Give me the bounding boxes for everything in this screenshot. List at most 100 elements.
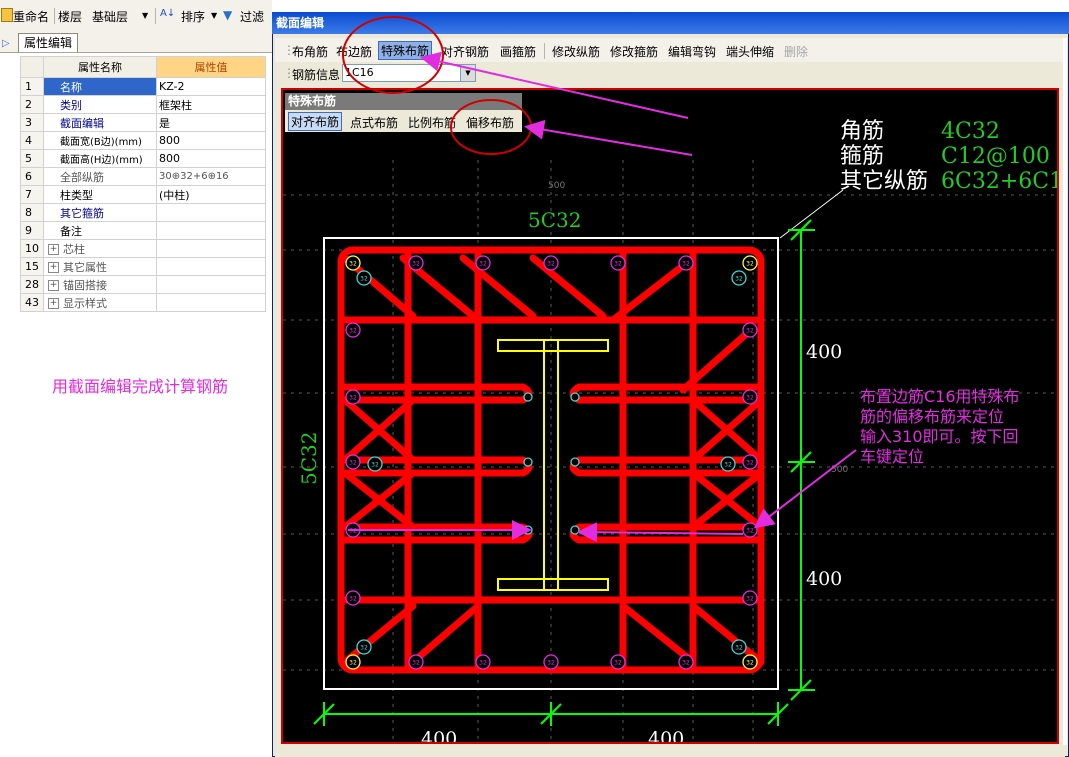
divider [544, 43, 545, 59]
panel-pin-icon[interactable]: ▷ [2, 38, 10, 49]
modify-stirrup-button[interactable]: 修改箍筋 [610, 43, 658, 60]
steel-i-section[interactable] [497, 339, 609, 591]
row-name[interactable]: 其它属性 [63, 261, 107, 274]
filter-button[interactable]: 过滤 [240, 8, 264, 25]
sort-dropdown-icon[interactable]: ▼ [211, 11, 217, 20]
row-num: 28 [20, 275, 44, 294]
row-value[interactable]: 是 [156, 113, 266, 132]
info-value-corner: 4C32 [941, 119, 1000, 144]
row-value[interactable] [156, 239, 266, 258]
row-name[interactable]: 截面宽(B边)(mm) [43, 131, 157, 150]
offset-layout-button[interactable]: 偏移布筋 [466, 114, 514, 131]
rebar-info-input[interactable]: 1C16 ▼ [342, 64, 476, 82]
sort-icon[interactable]: A↓ [160, 8, 175, 19]
row-value[interactable] [156, 293, 266, 312]
row-value[interactable]: 800 [156, 149, 266, 168]
align-layout-button[interactable]: 对齐布筋 [288, 112, 343, 131]
rebar-dropdown-icon[interactable]: ▼ [460, 65, 475, 81]
info-label-other: 其它纵筋 [840, 169, 928, 194]
delete-button[interactable]: 删除 [784, 43, 808, 60]
top-bar-label: 5C32 [528, 208, 581, 232]
row-num: 3 [20, 113, 44, 132]
ratio-layout-button[interactable]: 比例布筋 [408, 114, 456, 131]
expand-icon[interactable]: + [48, 244, 59, 255]
sort-button[interactable]: 排序 [181, 8, 205, 25]
row-name[interactable]: 锚固搭接 [63, 279, 107, 292]
row-name[interactable]: 截面编辑 [43, 113, 157, 132]
row-num: 15 [20, 257, 44, 276]
row-value[interactable] [156, 221, 266, 240]
point-layout-button[interactable]: 点式布筋 [350, 114, 398, 131]
row-name[interactable]: 其它箍筋 [43, 203, 157, 222]
floor-dropdown-icon[interactable]: ▼ [142, 11, 148, 20]
modify-longitudinal-button[interactable]: 修改纵筋 [552, 43, 600, 60]
table-row[interactable]: 9 备注 [20, 221, 266, 240]
rebar-info-value[interactable]: 1C16 [345, 66, 374, 79]
row-name[interactable]: 类别 [43, 95, 157, 114]
floor-select[interactable]: 基础层 [92, 8, 128, 25]
rebar-label: 32 [349, 596, 357, 603]
expand-icon[interactable]: + [48, 298, 59, 309]
table-row[interactable]: 15 + 其它属性 [20, 257, 266, 276]
rebar[interactable] [523, 392, 533, 402]
rename-button[interactable]: 重命名 [13, 8, 49, 25]
row-value[interactable]: 800 [156, 131, 266, 150]
place-edge-bar-button[interactable]: 布边筋 [336, 43, 372, 60]
expand-icon[interactable]: + [48, 262, 59, 273]
draw-stirrup-button[interactable]: 画箍筋 [500, 43, 536, 60]
filter-icon[interactable]: ▼ [223, 8, 232, 22]
rebar-label: 32 [724, 462, 732, 469]
header-num [20, 56, 44, 78]
row-name[interactable]: 备注 [43, 221, 157, 240]
row-num: 5 [20, 149, 44, 168]
rebar[interactable] [570, 525, 580, 535]
row-num: 10 [20, 239, 44, 258]
annotation-note: 布置边筋C16用特殊布 筋的偏移布筋来定位 输入310即可。按下回 车键定位 [860, 387, 1020, 466]
rebar[interactable] [523, 457, 533, 467]
align-bar-button[interactable]: 对齐钢筋 [441, 43, 489, 60]
row-value[interactable]: 框架柱 [156, 95, 266, 114]
table-row[interactable]: 8 其它箍筋 [20, 203, 266, 222]
edit-hook-button[interactable]: 编辑弯钩 [668, 43, 716, 60]
left-bar-label: 5C32 [297, 432, 321, 485]
table-row[interactable]: 6 全部纵筋 30⊕32+6⊕16 [20, 167, 266, 186]
table-row[interactable]: 28 + 锚固搭接 [20, 275, 266, 294]
table-row[interactable]: 43 + 显示样式 [20, 293, 266, 312]
rebar[interactable] [570, 392, 580, 402]
rebar-label: 32 [746, 660, 754, 667]
row-name[interactable]: 芯柱 [63, 243, 85, 256]
row-value[interactable]: (中柱) [156, 185, 266, 204]
row-value[interactable] [156, 203, 266, 222]
rebar[interactable] [570, 457, 580, 467]
section-drawing[interactable]: 500 500 32 3232 3232 3232 32323232323232… [283, 90, 1057, 742]
note-line: 布置边筋C16用特殊布 [860, 387, 1020, 406]
row-name[interactable]: 截面高(H边)(mm) [43, 149, 157, 168]
table-row[interactable]: 10 + 芯柱 [20, 239, 266, 258]
row-value[interactable] [156, 275, 266, 294]
table-row[interactable]: 5 截面高(H边)(mm) 800 [20, 149, 266, 168]
table-row[interactable]: 3 截面编辑 是 [20, 113, 266, 132]
end-extend-button[interactable]: 端头伸缩 [726, 43, 774, 60]
row-value[interactable]: KZ-2 [156, 77, 266, 96]
row-num: 4 [20, 131, 44, 150]
table-row[interactable]: 4 截面宽(B边)(mm) 800 [20, 131, 266, 150]
row-name[interactable]: 名称 [43, 77, 157, 96]
place-corner-bar-button[interactable]: 布角筋 [292, 43, 328, 60]
rebar-label: 32 [349, 261, 357, 268]
table-row[interactable]: 7 柱类型 (中柱) [20, 185, 266, 204]
rename-icon[interactable] [1, 8, 13, 22]
table-row[interactable]: 2 类别 框架柱 [20, 95, 266, 114]
tab-property-edit[interactable]: 属性编辑 [18, 33, 78, 52]
row-value[interactable]: 30⊕32+6⊕16 [156, 167, 266, 186]
rebar-label: 32 [371, 462, 379, 469]
row-name[interactable]: 全部纵筋 [43, 167, 157, 186]
drawing-canvas[interactable]: 500 500 32 32 32 32 32 32 32 32 32 32 32… [281, 88, 1059, 744]
rebar-label: 32 [547, 660, 555, 667]
special-bar-button[interactable]: 特殊布筋 [378, 41, 433, 60]
row-num: 7 [20, 185, 44, 204]
row-name[interactable]: 柱类型 [43, 185, 157, 204]
row-name[interactable]: 显示样式 [63, 297, 107, 310]
table-row[interactable]: 1 名称 KZ-2 [20, 77, 266, 96]
expand-icon[interactable]: + [48, 280, 59, 291]
row-value[interactable] [156, 257, 266, 276]
